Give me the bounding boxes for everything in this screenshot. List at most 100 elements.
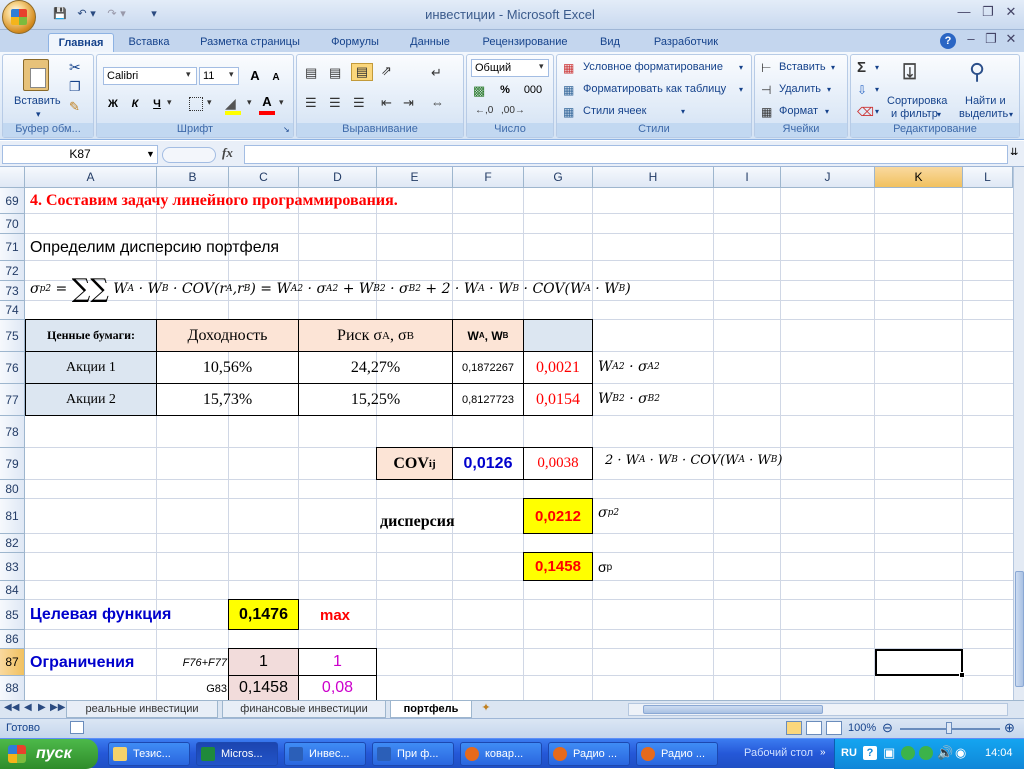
network-icon[interactable]: ▣ — [883, 745, 895, 761]
copy-icon[interactable]: ❐ — [69, 79, 81, 95]
messenger2-icon[interactable] — [919, 746, 933, 760]
clear-icon[interactable]: ⌫ — [857, 105, 874, 119]
italic-button[interactable]: К — [125, 95, 145, 113]
conditional-format-dropdown-icon[interactable]: ▾ — [739, 63, 743, 72]
task-button[interactable]: Радио ... — [548, 742, 630, 766]
row-header[interactable]: 76 — [0, 352, 25, 384]
align-middle-icon[interactable]: ▤ — [329, 65, 341, 81]
save-icon[interactable]: 💾 — [52, 6, 68, 22]
sort-filter-line2[interactable]: и фильтр — [891, 108, 938, 120]
column-header[interactable]: J — [781, 167, 875, 188]
autosum-dropdown-icon[interactable]: ▾ — [875, 63, 879, 72]
clear-dropdown-icon[interactable]: ▾ — [875, 107, 879, 116]
cell-styles-dropdown-icon[interactable]: ▾ — [681, 107, 685, 116]
select-all-corner[interactable] — [0, 167, 25, 188]
row-header[interactable]: 82 — [0, 534, 25, 553]
task-button-active[interactable]: Micros... — [196, 742, 278, 766]
row-header[interactable]: 87 — [0, 649, 25, 676]
normal-view-icon[interactable] — [786, 721, 802, 735]
wb-restore-icon[interactable]: ❐ — [982, 32, 1000, 48]
sheet-tab[interactable]: финансовые инвестиции — [222, 701, 386, 718]
task-button[interactable]: Радио ... — [636, 742, 718, 766]
expand-formula-bar-icon[interactable]: ⇊ — [1010, 147, 1018, 158]
tab-view[interactable]: Вид — [588, 33, 632, 52]
row-header[interactable]: 78 — [0, 416, 25, 448]
insert-sheet-icon[interactable]: ✦ — [476, 701, 496, 717]
format-as-table-dropdown-icon[interactable]: ▾ — [739, 85, 743, 94]
messenger-icon[interactable] — [901, 746, 915, 760]
zoom-out-icon[interactable]: ⊖ — [882, 720, 893, 736]
close-icon[interactable]: ✕ — [1002, 5, 1020, 21]
zoom-level[interactable]: 100% — [848, 722, 876, 734]
column-header[interactable]: K — [875, 167, 963, 188]
row-header[interactable]: 77 — [0, 384, 25, 416]
column-header[interactable]: F — [453, 167, 524, 188]
row-header[interactable]: 71 — [0, 234, 25, 261]
tab-insert[interactable]: Вставка — [118, 33, 180, 52]
desktop-toolbar-arrow-icon[interactable]: » — [820, 747, 826, 758]
grow-font-button[interactable]: A — [245, 67, 265, 85]
row-header[interactable]: 80 — [0, 480, 25, 499]
insert-function-button[interactable]: fx — [222, 145, 240, 163]
language-indicator[interactable]: RU — [841, 747, 857, 759]
name-box[interactable]: K87 — [2, 145, 158, 164]
start-button[interactable]: пуск — [0, 739, 98, 769]
minimize-icon[interactable]: — — [955, 5, 973, 21]
column-header[interactable]: D — [299, 167, 377, 188]
row-header[interactable]: 86 — [0, 630, 25, 649]
fill-color-icon[interactable]: ◢ — [225, 95, 236, 112]
column-header[interactable]: B — [157, 167, 229, 188]
row-header[interactable]: 88 — [0, 676, 25, 700]
insert-cells-dropdown-icon[interactable]: ▾ — [831, 63, 835, 72]
font-color-dropdown-icon[interactable]: ▾ — [279, 97, 284, 108]
help-icon[interactable]: ? — [940, 33, 956, 49]
find-select-dropdown-icon[interactable]: ▾ — [1009, 110, 1013, 119]
tab-formulas[interactable]: Формулы — [318, 33, 392, 52]
fill-dropdown-icon[interactable]: ▾ — [247, 97, 252, 108]
task-button[interactable]: ковар... — [460, 742, 542, 766]
column-header[interactable]: E — [377, 167, 453, 188]
format-as-table-button[interactable]: Форматировать как таблицу — [583, 83, 726, 95]
wb-close-icon[interactable]: ✕ — [1002, 32, 1020, 48]
tab-data[interactable]: Данные — [398, 33, 462, 52]
customize-qat-icon[interactable]: ▾ — [146, 6, 162, 22]
vertical-scroll-thumb[interactable] — [1015, 571, 1024, 687]
align-center-icon[interactable]: ☰ — [329, 95, 341, 111]
merge-cells-icon[interactable]: ⇔ — [431, 95, 444, 110]
autosum-button[interactable]: Σ — [857, 59, 866, 76]
wb-minimize-icon[interactable]: – — [962, 32, 980, 48]
align-left-icon[interactable]: ☰ — [305, 95, 317, 111]
macro-record-icon[interactable] — [70, 721, 84, 734]
tab-page-layout[interactable]: Разметка страницы — [188, 33, 312, 52]
row-header[interactable]: 75 — [0, 320, 25, 352]
last-sheet-icon[interactable]: ▶▶ — [50, 702, 65, 713]
align-bottom-icon[interactable]: ▤ — [351, 63, 373, 81]
find-select-line1[interactable]: Найти и — [965, 95, 1006, 107]
row-header[interactable]: 84 — [0, 581, 25, 600]
paste-dropdown-icon[interactable]: ▾ — [36, 109, 41, 120]
format-painter-icon[interactable]: ✎ — [69, 99, 80, 115]
row-header[interactable]: 83 — [0, 553, 25, 581]
first-sheet-icon[interactable]: ◀◀ — [4, 702, 19, 713]
task-button[interactable]: Инвес... — [284, 742, 366, 766]
paste-button[interactable]: Вставить — [14, 95, 61, 107]
orientation-icon[interactable]: ⇗ — [381, 63, 392, 79]
sheet-tab[interactable]: реальные инвестиции — [66, 701, 218, 718]
cut-icon[interactable]: ✂ — [69, 59, 81, 76]
formula-input[interactable] — [244, 145, 1008, 164]
fill-handle[interactable] — [959, 672, 965, 678]
insert-cells-button[interactable]: Вставить — [779, 61, 826, 73]
undo-dropdown-icon[interactable]: ▾ — [88, 6, 98, 22]
column-header[interactable]: A — [25, 167, 157, 188]
percent-button[interactable]: % — [495, 81, 515, 99]
font-name-dropdown-icon[interactable]: ▾ — [186, 69, 191, 80]
redo-dropdown-icon[interactable]: ▾ — [118, 6, 128, 22]
row-header[interactable]: 85 — [0, 600, 25, 630]
active-cell[interactable] — [875, 649, 963, 676]
page-layout-view-icon[interactable] — [806, 721, 822, 735]
page-break-view-icon[interactable] — [826, 721, 842, 735]
tab-review[interactable]: Рецензирование — [470, 33, 580, 52]
delete-cells-button[interactable]: Удалить — [779, 83, 821, 95]
row-header[interactable]: 74 — [0, 301, 25, 320]
worksheet-grid[interactable]: A B C D E F G H I J K L 69 70 71 72 73 7… — [0, 167, 1024, 700]
